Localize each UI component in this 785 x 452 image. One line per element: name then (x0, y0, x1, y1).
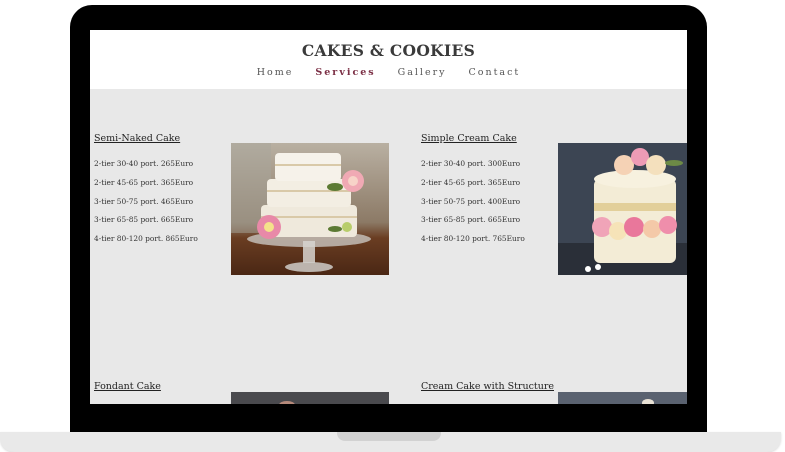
cake-title-simple-cream[interactable]: Simple Cream Cake (421, 133, 517, 144)
structured-cream-cake-image (558, 392, 687, 404)
price-item: 4-tier 80-120 port. 765Euro (421, 234, 525, 244)
nav-home[interactable]: Home (257, 67, 294, 78)
price-item: 2-tier 45-65 port. 365Euro (421, 177, 521, 187)
price-item: 3-tier 65-85 port. 665Euro (94, 215, 194, 225)
price-item: 2-tier 30-40 port. 265Euro (94, 159, 194, 168)
nav-gallery[interactable]: Gallery (398, 67, 447, 78)
cake-title-semi-naked[interactable]: Semi-Naked Cake (94, 133, 180, 144)
main-nav: Home Services Gallery Contact (90, 67, 687, 78)
price-item: 2-tier 45-65 port. 365Euro (94, 177, 194, 187)
price-item: 3-tier 65-85 port. 665Euro (421, 215, 521, 225)
cake-title-cream-structure[interactable]: Cream Cake with Structure (421, 381, 554, 392)
site-brand[interactable]: CAKES & COOKIES (90, 41, 687, 60)
cake-title-fondant[interactable]: Fondant Cake (94, 381, 161, 392)
nav-contact[interactable]: Contact (469, 67, 521, 78)
cream-cake-image (558, 143, 687, 275)
price-item: 2-tier 30-40 port. 300Euro (421, 159, 521, 168)
price-list-semi-naked: 2-tier 30-40 port. 265Euro 2-tier 45-65 … (94, 155, 198, 249)
price-item: 3-tier 50-75 port. 465Euro (94, 196, 194, 206)
laptop-screen: CAKES & COOKIES Home Services Gallery Co… (90, 30, 687, 404)
site-header: CAKES & COOKIES Home Services Gallery Co… (90, 30, 687, 89)
price-item: 3-tier 50-75 port. 400Euro (421, 196, 521, 206)
semi-naked-cake-image (231, 143, 389, 275)
price-item: 4-tier 80-120 port. 865Euro (94, 234, 198, 244)
fondant-cake-image (231, 392, 389, 404)
price-list-simple-cream: 2-tier 30-40 port. 300Euro 2-tier 45-65 … (421, 155, 525, 249)
laptop-notch (337, 432, 441, 441)
nav-services[interactable]: Services (315, 67, 375, 78)
